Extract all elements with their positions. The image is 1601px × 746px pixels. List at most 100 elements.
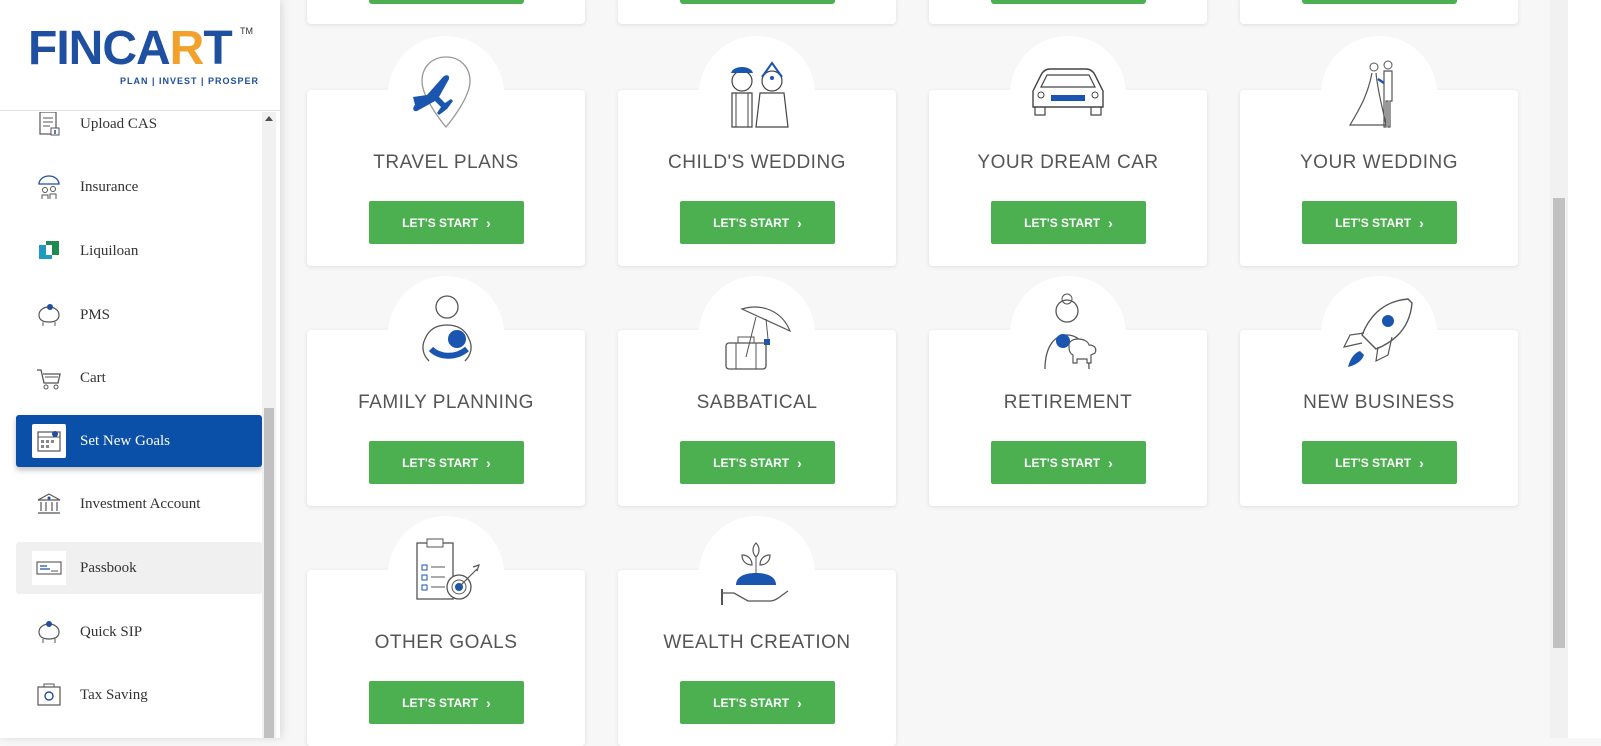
chevron-right-icon: ›: [797, 214, 802, 231]
pms-icon: [32, 298, 66, 332]
lets-start-button[interactable]: LET'S START ›: [680, 441, 835, 484]
sidebar-item-passbook[interactable]: Passbook: [16, 542, 262, 594]
goals-grid: TRAVEL PLANS LET'S START › CHILD'S WEDDIN…: [280, 0, 1550, 746]
goal-title: CHILD'S WEDDING: [668, 152, 846, 173]
goal-card-wealth-creation: WEALTH CREATION LET'S START ›: [618, 516, 896, 746]
tax-saving-icon: [32, 678, 66, 712]
lets-start-button[interactable]: LET'S START ›: [991, 201, 1146, 244]
liquiloan-icon: [32, 234, 66, 268]
sidebar-item-label: Cart: [80, 369, 106, 386]
goal-card-travel-plans: TRAVEL PLANS LET'S START ›: [307, 36, 585, 266]
scroll-up-arrow-icon[interactable]: [265, 116, 273, 121]
lets-start-button[interactable]: [991, 0, 1146, 4]
lets-start-button[interactable]: [369, 0, 524, 4]
sidebar-item-set-new-goals[interactable]: Set New Goals: [16, 415, 262, 467]
sidebar-item-label: Upload CAS: [80, 115, 158, 132]
sidebar-item-cart[interactable]: Cart: [16, 352, 262, 404]
goal-title: FAMILY PLANNING: [358, 392, 534, 413]
brand-wordmark: FINCART: [28, 22, 233, 75]
goal-title: OTHER GOALS: [374, 632, 518, 653]
lets-start-button[interactable]: LET'S START ›: [680, 681, 835, 724]
sidebar-item-tax-saving[interactable]: Tax Saving: [16, 669, 262, 721]
lets-start-button[interactable]: LET'S START ›: [369, 201, 524, 244]
goals-icon: [32, 424, 66, 458]
chevron-right-icon: ›: [797, 454, 802, 471]
goal-card-partial: [618, 0, 896, 24]
chevron-right-icon: ›: [797, 694, 802, 711]
rocket-icon: [1321, 276, 1437, 392]
checklist-target-icon: [388, 516, 504, 632]
goal-title: NEW BUSINESS: [1303, 392, 1455, 413]
goal-card-childs-wedding: CHILD'S WEDDING LET'S START ›: [618, 36, 896, 266]
wealth-plant-icon: [699, 516, 815, 632]
sidebar-item-label: Investment Account: [80, 495, 201, 512]
goal-card-family-planning: FAMILY PLANNING LET'S START ›: [307, 276, 585, 506]
goal-card-your-wedding: YOUR WEDDING LET'S START ›: [1240, 36, 1518, 266]
goal-title: SABBATICAL: [696, 392, 818, 413]
sidebar-item-label: Tax Saving: [80, 686, 148, 703]
sidebar-item-label: Passbook: [80, 559, 137, 576]
sidebar-item-liquiloan[interactable]: Liquiloan: [16, 225, 262, 277]
logo[interactable]: FINCART TM PLAN | INVEST | PROSPER: [0, 0, 280, 111]
brand-tagline: PLAN | INVEST | PROSPER: [120, 76, 260, 86]
bank-icon: [32, 487, 66, 521]
lets-start-button[interactable]: LET'S START ›: [1302, 201, 1457, 244]
wedding-icon: [1321, 36, 1437, 152]
goal-title: YOUR DREAM CAR: [977, 152, 1159, 173]
goal-card-your-dream-car: YOUR DREAM CAR LET'S START ›: [929, 36, 1207, 266]
lets-start-button[interactable]: [680, 0, 835, 4]
sidebar-scroll-thumb[interactable]: [264, 408, 274, 738]
goal-card-new-business: NEW BUSINESS LET'S START ›: [1240, 276, 1518, 506]
insurance-icon: [32, 170, 66, 204]
upload-cas-icon: [32, 112, 66, 141]
goal-card-other-goals: OTHER GOALS LET'S START ›: [307, 516, 585, 746]
right-gutter: [1568, 0, 1601, 738]
chevron-right-icon: ›: [1108, 214, 1113, 231]
car-icon: [1010, 36, 1126, 152]
cart-icon: [32, 361, 66, 395]
goal-card-partial: [1240, 0, 1518, 24]
lets-start-button[interactable]: LET'S START ›: [369, 441, 524, 484]
goal-title: RETIREMENT: [1003, 392, 1133, 413]
sidebar-item-label: Quick SIP: [80, 623, 143, 640]
lets-start-button[interactable]: LET'S START ›: [1302, 441, 1457, 484]
goal-card-partial: [307, 0, 585, 24]
goal-title: TRAVEL PLANS: [373, 152, 519, 173]
passbook-icon: [32, 551, 66, 585]
goal-card-sabbatical: SABBATICAL LET'S START ›: [618, 276, 896, 506]
chevron-right-icon: ›: [1419, 214, 1424, 231]
sidebar-item-upload-cas[interactable]: Upload CAS: [16, 112, 262, 150]
family-icon: [388, 276, 504, 392]
lets-start-button[interactable]: [1302, 0, 1457, 4]
travel-icon: [388, 36, 504, 152]
goal-title: YOUR WEDDING: [1300, 152, 1458, 173]
childs-wedding-icon: [699, 36, 815, 152]
trademark: TM: [240, 26, 253, 36]
sidebar-item-label: Set New Goals: [80, 432, 170, 449]
sidebar-item-label: PMS: [80, 306, 111, 323]
lets-start-button[interactable]: LET'S START ›: [680, 201, 835, 244]
page-scrollbar[interactable]: [1550, 0, 1568, 738]
lets-start-button[interactable]: LET'S START ›: [369, 681, 524, 724]
lets-start-button[interactable]: LET'S START ›: [991, 441, 1146, 484]
page-scroll-thumb[interactable]: [1553, 198, 1565, 648]
sidebar-item-investment-account[interactable]: Investment Account: [16, 478, 262, 530]
sidebar-item-insurance[interactable]: Insurance: [16, 161, 262, 213]
sidebar-item-label: Liquiloan: [80, 242, 139, 259]
sidebar-scrollbar[interactable]: [262, 112, 276, 738]
chevron-right-icon: ›: [1419, 454, 1424, 471]
goal-card-retirement: RETIREMENT LET'S START ›: [929, 276, 1207, 506]
sidebar: FINCART TM PLAN | INVEST | PROSPER Uploa…: [0, 0, 280, 738]
chevron-right-icon: ›: [486, 214, 491, 231]
goal-card-partial: [929, 0, 1207, 24]
quick-sip-icon: [32, 615, 66, 649]
retirement-icon: [1010, 276, 1126, 392]
chevron-right-icon: ›: [486, 454, 491, 471]
sidebar-item-pms[interactable]: PMS: [16, 289, 262, 341]
goal-title: WEALTH CREATION: [663, 632, 851, 653]
sidebar-item-label: Insurance: [80, 178, 139, 195]
sabbatical-icon: [699, 276, 815, 392]
sidebar-item-quick-sip[interactable]: Quick SIP: [16, 606, 262, 658]
sidebar-nav: Upload CAS Insurance Liquiloan PMS Cart: [0, 112, 262, 738]
chevron-right-icon: ›: [1108, 454, 1113, 471]
